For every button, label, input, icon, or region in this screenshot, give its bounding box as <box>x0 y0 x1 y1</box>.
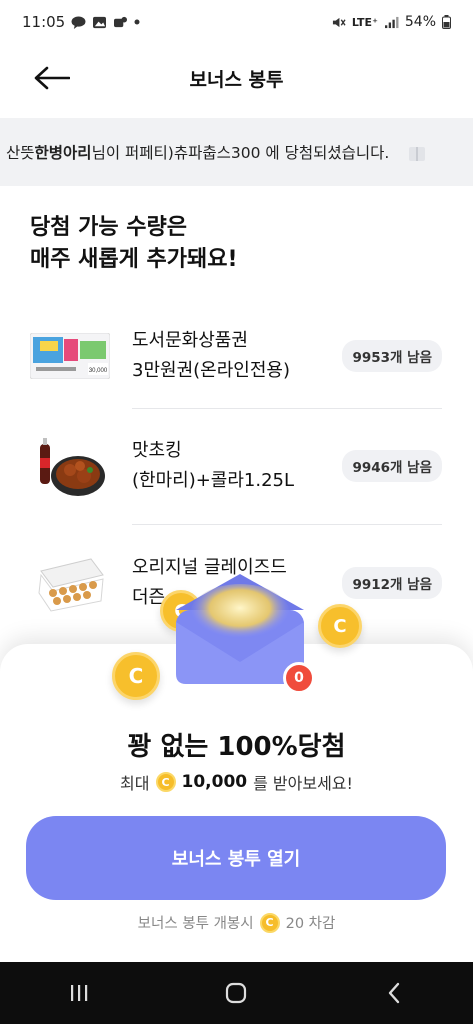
cost-note-prefix: 보너스 봉투 개봉시 <box>137 916 254 932</box>
remaining-badge: 9912개 남음 <box>342 567 442 599</box>
signal-icon <box>384 16 399 28</box>
home-button[interactable] <box>216 973 256 1013</box>
prize-thumbnail-chicken <box>30 431 110 501</box>
ticker-prefix: 산뜻 <box>6 144 35 162</box>
back-nav-button[interactable] <box>374 973 414 1013</box>
prize-thumbnail-doughnuts <box>30 548 110 618</box>
cost-value: 20 차감 <box>285 916 336 932</box>
prize-name-line-2: (한마리)+콜라1.25L <box>132 470 295 491</box>
mute-icon <box>332 17 346 27</box>
winner-ticker: 산뜻 한병아리 님이 퍼페티)츄파춥스300 에 당첨되셨습니다. <box>0 118 473 186</box>
system-nav-bar <box>0 962 473 1024</box>
subtitle-suffix: 를 받아보세요! <box>253 774 353 793</box>
gallery-notification-icon <box>93 16 107 28</box>
prize-name: 도서문화상품권 3만원권(온라인전용) <box>132 326 332 386</box>
chat-notification-icon <box>71 15 86 29</box>
divider <box>132 408 442 409</box>
app-notification-icon <box>114 16 128 27</box>
remaining-badge: 9946개 남음 <box>342 450 442 482</box>
envelope-count-badge: 0 <box>283 662 315 694</box>
recent-apps-button[interactable] <box>59 973 99 1013</box>
prize-name-line-1: 맛초킹 <box>132 440 182 461</box>
sheet-title: 꽝 없는 100%당첨 <box>127 732 346 762</box>
max-reward-amount: 10,000 <box>181 772 248 792</box>
prize-name: 맛초킹 (한마리)+콜라1.25L <box>132 436 332 496</box>
cost-note: 보너스 봉투 개봉시 C 20 차감 <box>0 912 473 933</box>
bonus-envelope-sheet: 꽝 없는 100%당첨 최대 C 10,000 를 받아보세요! 보너스 봉투 … <box>0 644 473 962</box>
gift-box-icon <box>409 147 426 161</box>
gift-card-amount: 30,000 <box>89 368 108 374</box>
gift-card-image: 30,000 <box>30 333 110 379</box>
ticker-message: 님이 퍼페티)츄파춥스300 에 당첨되셨습니다. <box>91 144 390 162</box>
coin-icon: C <box>318 604 362 648</box>
prize-item[interactable]: 맛초킹 (한마리)+콜라1.25L 9946개 남음 <box>30 416 442 516</box>
status-time: 11:05 <box>22 13 66 31</box>
open-envelope-button[interactable]: 보너스 봉투 열기 <box>26 816 446 900</box>
sheet-subtitle: 최대 C 10,000 를 받아보세요! <box>0 770 473 794</box>
heading-line-1: 당첨 가능 수량은 <box>30 215 187 240</box>
subtitle-prefix: 최대 <box>120 774 150 793</box>
arrow-left-icon <box>34 66 70 90</box>
coin-icon: C <box>259 912 280 933</box>
divider <box>132 524 442 525</box>
prize-item[interactable]: 30,000 도서문화상품권 3만원권(온라인전용) 9953개 남음 <box>30 306 442 406</box>
status-bar: 11:05 LTE⁺ 54% <box>0 0 473 44</box>
app-header: 보너스 봉투 <box>0 44 473 112</box>
chicken-and-cola-image <box>40 438 105 496</box>
battery-icon <box>442 15 451 29</box>
remaining-badge: 9953개 남음 <box>342 340 442 372</box>
coin-icon: C <box>155 772 176 792</box>
battery-percent: 54% <box>404 14 436 30</box>
network-type: LTE⁺ <box>351 15 378 29</box>
home-icon <box>226 982 247 1004</box>
chevron-left-icon <box>388 982 400 1004</box>
doughnut-box-image <box>38 558 104 612</box>
heading-line-2: 매주 새롭게 추가돼요! <box>30 247 238 272</box>
more-notifications-icon <box>134 19 140 25</box>
coin-icon: C <box>112 652 160 700</box>
page-title: 보너스 봉투 <box>189 68 284 91</box>
prize-name-line-2: 3만원권(온라인전용) <box>132 360 290 381</box>
section-heading: 당첨 가능 수량은 매주 새롭게 추가돼요! <box>30 212 238 276</box>
recent-apps-icon <box>70 985 88 1001</box>
prize-name-line-1: 도서문화상품권 <box>132 330 248 351</box>
prize-thumbnail-gift-card: 30,000 <box>30 321 110 391</box>
ticker-winner-name: 한병아리 <box>34 144 92 162</box>
back-button[interactable] <box>32 62 72 94</box>
